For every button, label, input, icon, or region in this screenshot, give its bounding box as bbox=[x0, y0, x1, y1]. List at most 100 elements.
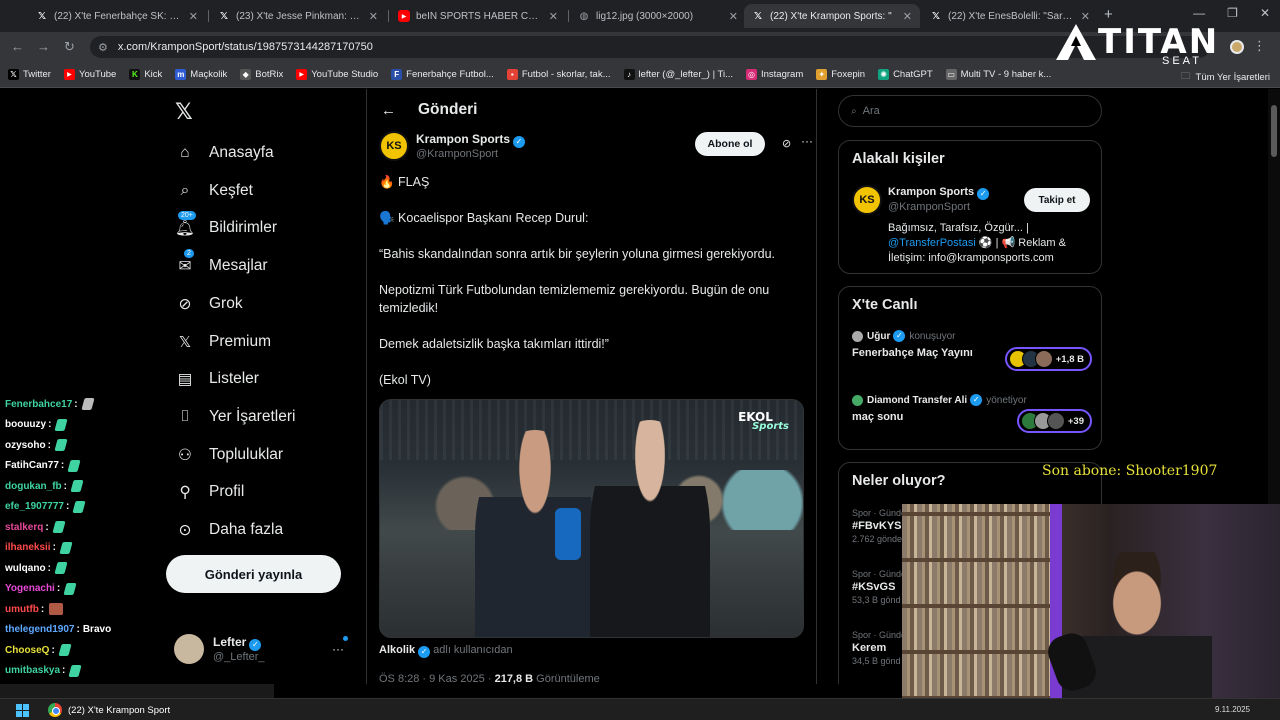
bookmark-item[interactable]: ▭ Multi TV - 9 haber k... bbox=[945, 69, 1051, 80]
x-logo-icon: 𝕏 bbox=[8, 69, 19, 80]
krampon-avatar[interactable]: KS bbox=[379, 131, 409, 161]
nav-lists[interactable]: ▤ Listeler bbox=[174, 364, 259, 394]
close-tab-icon[interactable]: ✕ bbox=[549, 10, 558, 23]
page-title: Gönderi bbox=[418, 101, 478, 118]
browser-tab[interactable]: 𝕏(23) X'te Jesse Pinkman: "nama✕ bbox=[210, 4, 386, 28]
scrollbar-thumb[interactable] bbox=[1271, 105, 1277, 157]
nav-home[interactable]: ⌂ Anasayfa bbox=[174, 138, 273, 168]
bookmark-icon: ⌷ bbox=[180, 408, 190, 425]
author-name[interactable]: Krampon Sports ✓ bbox=[416, 132, 526, 148]
bookmark-item[interactable]: K Kick bbox=[129, 69, 162, 80]
back-arrow-icon[interactable]: ← bbox=[11, 39, 24, 54]
close-tab-icon[interactable]: ✕ bbox=[903, 10, 912, 23]
close-tab-icon[interactable]: ✕ bbox=[369, 10, 378, 23]
titan-logo-icon bbox=[1056, 24, 1096, 60]
related-title: Alakalı kişiler bbox=[852, 151, 945, 167]
search-input[interactable]: ⌕ Ara bbox=[838, 95, 1102, 127]
minimize-icon[interactable]: — bbox=[1193, 6, 1205, 20]
nav-grok[interactable]: ⊘ Grok bbox=[174, 289, 243, 319]
chat-message: umutfb : bbox=[5, 601, 64, 617]
search-icon: ⌕ bbox=[180, 182, 190, 199]
folder-icon: ▪ bbox=[506, 69, 518, 80]
grok-icon[interactable]: ⊘ bbox=[782, 137, 791, 150]
browser-tab[interactable]: ◍ lig12.jpg (3000×2000) ✕ bbox=[570, 4, 746, 28]
nav-explore[interactable]: ⌕ Keşfet bbox=[174, 176, 253, 206]
chat-emote-icon bbox=[54, 562, 68, 574]
live-space[interactable]: Uğur ✓ konuşuyor Fenerbahçe Maç Yayını +1,… bbox=[852, 330, 1092, 371]
site-settings-icon[interactable]: ⚙ bbox=[98, 41, 108, 54]
bookmark-item[interactable]: ✺ ChatGPT bbox=[878, 69, 933, 80]
close-tab-icon[interactable]: ✕ bbox=[1081, 10, 1090, 23]
account-name: Lefter ✓ bbox=[213, 635, 265, 651]
fenerbahce-icon: F bbox=[391, 69, 403, 80]
bookmark-item[interactable]: ◆ BotRix bbox=[240, 69, 283, 80]
nav-premium[interactable]: 𝕏 Premium bbox=[174, 327, 271, 357]
restore-icon[interactable]: ❐ bbox=[1227, 6, 1238, 20]
bookmark-item[interactable]: ◎ Instagram bbox=[746, 69, 803, 80]
tiktok-icon: ♪ bbox=[623, 69, 635, 80]
youtube-studio-icon: ▶ bbox=[296, 69, 308, 80]
nav-messages[interactable]: ✉ 2 Mesajlar bbox=[174, 248, 268, 281]
nav-bookmarks[interactable]: ⌷ Yer İşaretleri bbox=[174, 402, 295, 432]
nav-profile[interactable]: ⚲ Profil bbox=[174, 477, 244, 507]
x-logo-icon[interactable]: 𝕏 bbox=[175, 99, 193, 125]
follow-button[interactable]: Takip et bbox=[1024, 188, 1090, 212]
more-icon[interactable]: ··· bbox=[801, 134, 813, 148]
chrome-icon bbox=[48, 703, 62, 717]
post-author: KS Krampon Sports ✓ @KramponSport Abone o… bbox=[379, 131, 813, 163]
reload-icon[interactable]: ↻ bbox=[64, 39, 75, 55]
subscribe-button[interactable]: Abone ol bbox=[695, 132, 765, 156]
bookmark-item[interactable]: 𝕏 Twitter bbox=[8, 69, 51, 80]
live-on-x-card: X'te Canlı Uğur ✓ konuşuyor Fenerbahçe Maç… bbox=[838, 286, 1102, 450]
chat-text: Bravo bbox=[82, 624, 112, 635]
browser-tab[interactable]: 𝕏(22) X'te Fenerbahçe SK: "3 pua✕ bbox=[28, 4, 206, 28]
browser-tab[interactable]: ▶beIN SPORTS HABER Canlı Yayı✕ bbox=[390, 4, 566, 28]
more-icon[interactable]: ··· bbox=[332, 642, 344, 656]
forward-arrow-icon[interactable]: → bbox=[37, 39, 50, 54]
live-title: X'te Canlı bbox=[852, 297, 918, 313]
verified-icon: ✓ bbox=[418, 646, 431, 658]
browser-tab-active[interactable]: 𝕏 (22) X'te Krampon Sports: " ✕ bbox=[744, 4, 920, 28]
post-video[interactable]: EKOL Sports bbox=[379, 399, 804, 638]
media-credit: Alkolik ✓ adlı kullanıcıdan bbox=[379, 644, 513, 658]
post-button[interactable]: Gönderi yayınla bbox=[166, 555, 341, 593]
back-arrow-icon[interactable]: ← bbox=[381, 102, 396, 119]
notification-badge: 20+ bbox=[178, 210, 196, 220]
chat-message: stalkerq : bbox=[5, 519, 66, 535]
profile-avatar-icon[interactable] bbox=[1230, 40, 1244, 54]
chat-username: ozysoho bbox=[5, 439, 46, 451]
live-space[interactable]: Diamond Transfer Ali ✓ yönetiyor maç sonu … bbox=[852, 394, 1092, 433]
more-circle-icon: ⊙ bbox=[178, 521, 192, 539]
bookmark-item[interactable]: ▶ YouTube Studio bbox=[296, 69, 378, 80]
post-text-line: (Ekol TV) bbox=[379, 373, 431, 387]
address-bar[interactable]: ⚙ x.com/KramponSport/status/198757314428… bbox=[90, 36, 1210, 58]
new-tab-icon[interactable]: + bbox=[1104, 6, 1113, 23]
close-window-icon[interactable]: ✕ bbox=[1260, 6, 1270, 20]
home-icon: ⌂ bbox=[180, 144, 190, 161]
bookmark-item[interactable]: ♪ lefter (@_lefter_) | Ti... bbox=[623, 69, 733, 80]
avatar bbox=[852, 394, 863, 406]
nav-notifications[interactable]: 🔔︎ 20+ Bildirimler bbox=[174, 210, 277, 243]
chatgpt-icon: ✺ bbox=[878, 69, 890, 80]
bookmark-item[interactable]: F Fenerbahçe Futbol... bbox=[391, 69, 494, 80]
windows-start-icon[interactable] bbox=[16, 704, 29, 717]
bookmark-item[interactable]: m Maçkolik bbox=[175, 69, 227, 80]
verified-icon: ✓ bbox=[970, 394, 983, 406]
chat-emote-icon bbox=[68, 664, 82, 677]
verified-icon: ✓ bbox=[977, 188, 990, 200]
nav-more[interactable]: ⊙ Daha fazla bbox=[174, 515, 284, 545]
all-bookmarks[interactable]: 🗀 Tüm Yer İşaretleri bbox=[1181, 69, 1270, 85]
bookmark-item[interactable]: ▶ YouTube bbox=[63, 69, 116, 80]
account-switcher[interactable]: Lefter ✓ @_Lefter_ ··· bbox=[174, 634, 354, 664]
url-text: x.com/KramponSport/status/19875731442871… bbox=[117, 41, 373, 53]
close-tab-icon[interactable]: ✕ bbox=[729, 10, 738, 23]
bookmark-item[interactable]: ▪ Futbol - skorlar, tak... bbox=[506, 69, 611, 80]
bookmark-item[interactable]: ✦ Foxepin bbox=[816, 69, 865, 80]
account-handle: @_Lefter_ bbox=[213, 651, 265, 663]
globe-icon: ◍ bbox=[579, 10, 589, 22]
nav-communities[interactable]: ⚇ Topluluklar bbox=[174, 440, 283, 470]
close-tab-icon[interactable]: ✕ bbox=[189, 10, 198, 23]
author-handle[interactable]: @KramponSport bbox=[416, 148, 498, 160]
browser-menu-icon[interactable]: ⋮ bbox=[1253, 38, 1266, 54]
taskbar-chrome-app[interactable]: (22) X'te Krampon Sport bbox=[48, 701, 170, 719]
